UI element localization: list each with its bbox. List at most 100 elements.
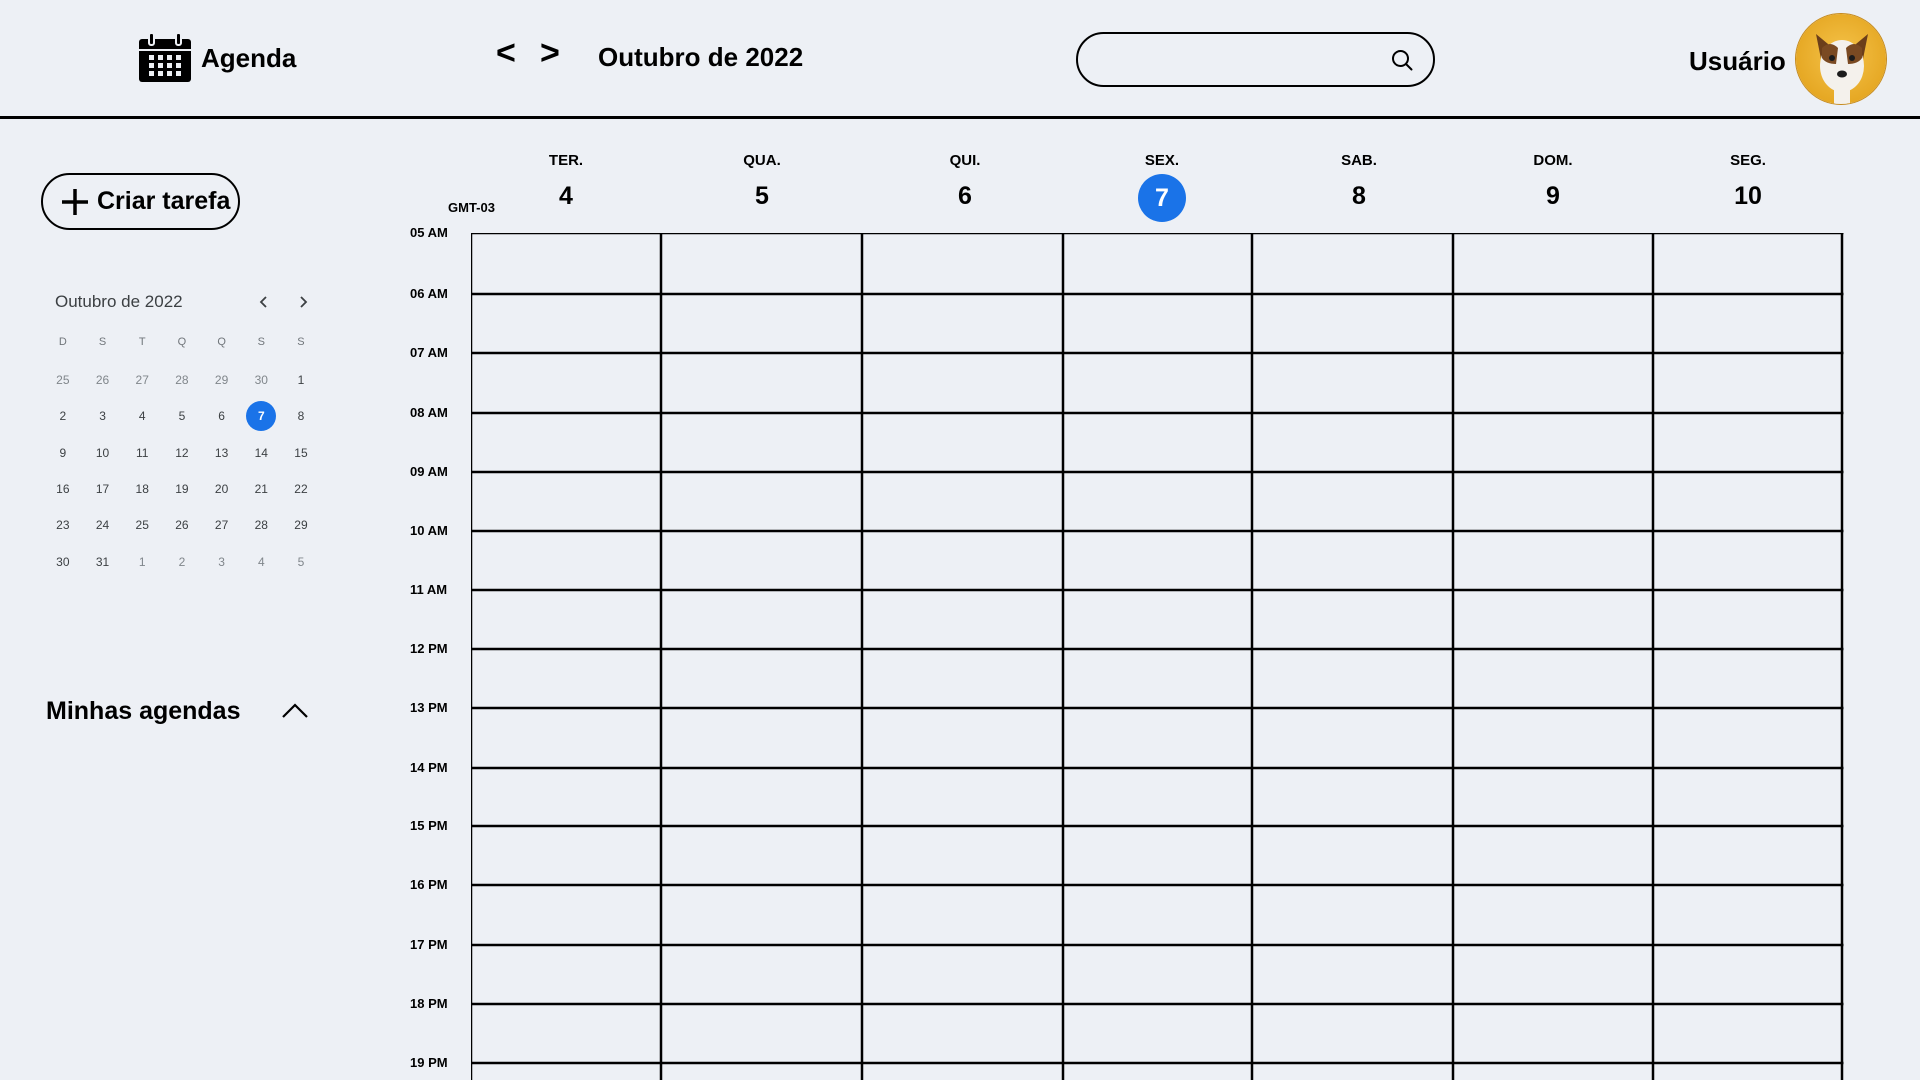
search-icon[interactable] [1391, 49, 1413, 71]
hour-label: 06 AM [410, 286, 448, 301]
user-name[interactable]: Usuário [1689, 46, 1786, 77]
my-calendars-heading[interactable]: Minhas agendas [46, 697, 241, 726]
mini-calendar-week: 16 17 18 19 20 21 22 [43, 471, 321, 507]
mini-calendar-day[interactable]: 2 [162, 555, 202, 569]
mini-calendar-day[interactable]: 30 [241, 373, 281, 387]
hour-label: 07 AM [410, 345, 448, 360]
mini-calendar-day[interactable]: 5 [281, 555, 321, 569]
day-header[interactable]: QUA. 5 [722, 152, 802, 214]
mini-calendar-day[interactable]: 16 [43, 482, 83, 496]
day-name: SAB. [1341, 152, 1377, 169]
mini-calendar-day[interactable]: 9 [43, 446, 83, 460]
mini-calendar-day-label: 30 [56, 554, 70, 569]
avatar[interactable] [1795, 13, 1887, 105]
mini-calendar-day[interactable]: 13 [202, 446, 242, 460]
mini-calendar-day[interactable]: 2 [43, 409, 83, 423]
day-header[interactable]: DOM. 9 [1513, 152, 1593, 214]
mini-calendar-day[interactable]: 4 [122, 409, 162, 423]
mini-calendar-next-icon[interactable] [294, 292, 312, 312]
day-header[interactable]: SAB. 8 [1319, 152, 1399, 214]
mini-calendar-week: 23 24 25 26 27 28 29 [43, 507, 321, 543]
day-name: QUI. [949, 152, 981, 169]
mini-calendar-day[interactable]: 1 [281, 373, 321, 387]
mini-calendar-day-label: 5 [178, 409, 186, 424]
mini-calendar-day-label: 11 [135, 445, 149, 460]
mini-calendar-day[interactable]: 28 [241, 518, 281, 532]
mini-calendar-day[interactable]: 27 [122, 373, 162, 387]
mini-calendar-day[interactable]: 11 [122, 446, 162, 460]
mini-calendar-day[interactable]: 18 [122, 482, 162, 496]
next-week-button[interactable]: > [540, 36, 560, 70]
mini-calendar-day[interactable]: 29 [202, 373, 242, 387]
mini-calendar-day[interactable]: 22 [281, 482, 321, 496]
mini-calendar-day[interactable]: 12 [162, 446, 202, 460]
day-header[interactable]: QUI. 6 [925, 152, 1005, 214]
day-name: QUA. [743, 152, 781, 169]
mini-calendar-prev-icon[interactable] [255, 292, 273, 312]
mini-calendar-day[interactable]: 15 [281, 446, 321, 460]
mini-calendar-weekdays: D S T Q Q S S [43, 332, 321, 352]
mini-calendar-day-label: 26 [95, 373, 110, 388]
mini-calendar-day[interactable]: 30 [43, 555, 83, 569]
day-number: 6 [958, 182, 972, 210]
day-header[interactable]: SEG. 10 [1708, 152, 1788, 214]
mini-calendar-day[interactable]: 8 [281, 409, 321, 423]
mini-calendar-day[interactable]: 17 [83, 482, 123, 496]
mini-calendar-day-label: 17 [95, 482, 110, 497]
mini-calendar-day-label: 5 [297, 554, 305, 569]
mini-calendar-day[interactable]: 26 [162, 518, 202, 532]
mini-calendar-day[interactable]: 21 [241, 482, 281, 496]
mini-calendar-day-label: 27 [214, 518, 229, 533]
mini-calendar-day[interactable]: 3 [202, 555, 242, 569]
mini-calendar-day[interactable]: 28 [162, 373, 202, 387]
mini-calendar-day[interactable]: 31 [83, 555, 123, 569]
weekday-label: Q [217, 336, 226, 348]
hour-label: 08 AM [410, 405, 448, 420]
mini-calendar-day[interactable]: 6 [202, 409, 242, 423]
mini-calendar-day-label: 27 [135, 373, 149, 388]
mini-calendar-day-label: 31 [95, 554, 110, 569]
mini-calendar-day[interactable]: 25 [43, 373, 83, 387]
hour-label: 14 PM [410, 760, 448, 775]
mini-calendar-day[interactable]: 19 [162, 482, 202, 496]
mini-calendar-day-label: 1 [138, 554, 146, 569]
mini-calendar-day[interactable]: 23 [43, 518, 83, 532]
mini-calendar-day[interactable]: 4 [241, 555, 281, 569]
mini-calendar-day[interactable]: 26 [83, 373, 123, 387]
create-task-button[interactable]: Criar tarefa [41, 173, 240, 230]
mini-calendar-day-label: 14 [254, 445, 268, 460]
mini-calendar-day[interactable]: 25 [122, 518, 162, 532]
mini-calendar-day[interactable]: 24 [83, 518, 123, 532]
chevron-up-icon[interactable] [280, 700, 310, 722]
mini-calendar-day-label: 23 [56, 518, 70, 533]
mini-calendar-day-label: 26 [175, 518, 189, 533]
mini-calendar-day-label: 20 [214, 482, 229, 497]
day-header[interactable]: TER. 4 [526, 152, 606, 214]
mini-calendar-week: 2 3 4 5 6 7 8 [43, 398, 321, 434]
previous-week-button[interactable]: < [496, 36, 516, 70]
weekday-label: S [257, 336, 265, 348]
mini-calendar-day[interactable]: 29 [281, 518, 321, 532]
mini-calendar-day-label: 25 [135, 518, 149, 533]
mini-calendar-day[interactable]: 7 [241, 401, 281, 432]
week-grid[interactable] [471, 233, 1846, 1080]
app-logo[interactable]: Agenda [137, 32, 296, 84]
mini-calendar-day[interactable]: 10 [83, 446, 123, 460]
mini-calendar-day[interactable]: 14 [241, 446, 281, 460]
search-input[interactable] [1098, 44, 1378, 76]
hour-label: 09 AM [410, 464, 448, 479]
mini-calendar-week: 25 26 27 28 29 30 1 [43, 362, 321, 398]
calendar-icon [139, 32, 191, 82]
mini-calendar-day[interactable]: 27 [202, 518, 242, 532]
mini-calendar-day-label: 24 [95, 518, 110, 533]
day-header[interactable]: SEX. 7 [1122, 152, 1202, 222]
mini-calendar-day[interactable]: 1 [122, 555, 162, 569]
mini-calendar-day[interactable]: 5 [162, 409, 202, 423]
hour-label: 13 PM [410, 700, 448, 715]
mini-calendar-day[interactable]: 3 [83, 409, 123, 423]
search-box[interactable] [1076, 32, 1435, 87]
mini-calendar-day[interactable]: 20 [202, 482, 242, 496]
hour-label: 10 AM [410, 523, 448, 538]
mini-calendar-day-label: 15 [294, 445, 308, 460]
top-bar: Agenda < > Outubro de 2022 Usuário [0, 0, 1920, 119]
